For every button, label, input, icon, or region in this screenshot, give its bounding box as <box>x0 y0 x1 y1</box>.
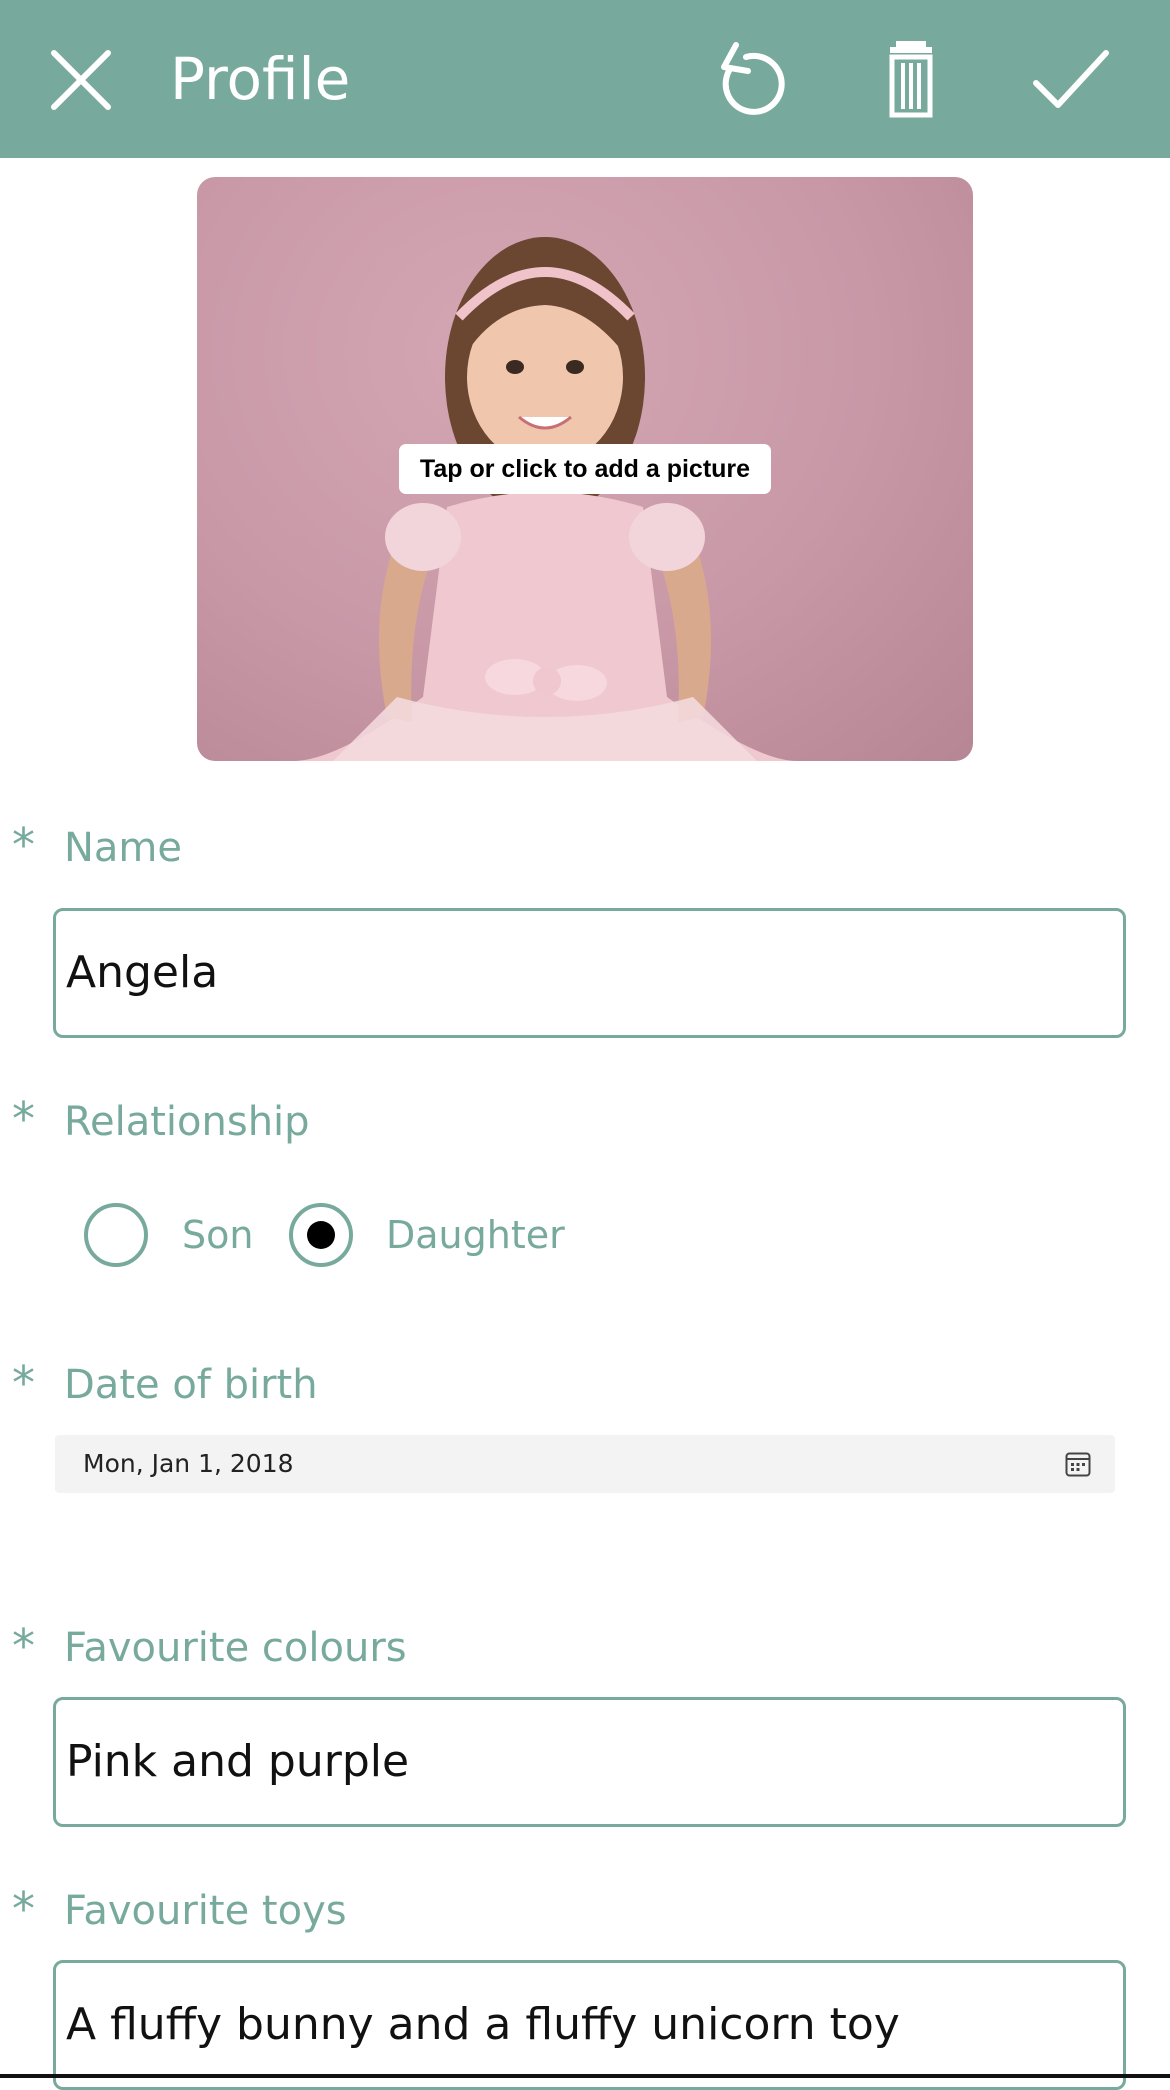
required-marker: * <box>12 1092 35 1146</box>
colours-input[interactable]: Pink and purple <box>53 1697 1126 1827</box>
check-icon <box>1033 50 1109 108</box>
dob-value: Mon, Jan 1, 2018 <box>83 1449 294 1478</box>
name-input[interactable]: Angela <box>53 908 1126 1038</box>
bottom-divider <box>0 2074 1170 2078</box>
required-marker: * <box>12 1882 35 1936</box>
add-picture-hint[interactable]: Tap or click to add a picture <box>399 444 771 494</box>
page-title: Profile <box>170 45 351 113</box>
radio-daughter[interactable] <box>289 1203 353 1267</box>
save-button[interactable] <box>1030 39 1112 121</box>
close-button[interactable] <box>40 39 122 121</box>
radio-selected-dot <box>307 1221 335 1249</box>
colours-label: Favourite colours <box>64 1625 407 1671</box>
required-marker: * <box>12 1356 35 1410</box>
radio-son[interactable] <box>84 1203 148 1267</box>
delete-button[interactable] <box>870 39 952 121</box>
undo-button[interactable] <box>710 39 792 121</box>
trash-icon <box>889 41 933 118</box>
undo-icon <box>721 42 785 115</box>
close-icon <box>51 50 111 110</box>
dob-date-picker[interactable]: Mon, Jan 1, 2018 <box>55 1435 1115 1493</box>
radio-daughter-label[interactable]: Daughter <box>386 1207 565 1263</box>
dob-label: Date of birth <box>64 1362 318 1408</box>
app-header: Profile <box>0 0 1170 158</box>
toys-label: Favourite toys <box>64 1888 347 1934</box>
required-marker: * <box>12 818 35 872</box>
required-marker: * <box>12 1619 35 1673</box>
radio-son-label[interactable]: Son <box>182 1207 253 1263</box>
toys-input[interactable]: A fluffy bunny and a fluffy unicorn toy <box>53 1960 1126 2090</box>
relationship-label: Relationship <box>64 1099 310 1145</box>
name-label: Name <box>64 825 183 871</box>
calendar-icon[interactable] <box>1065 1451 1091 1477</box>
profile-photo[interactable]: Tap or click to add a picture <box>197 177 973 761</box>
